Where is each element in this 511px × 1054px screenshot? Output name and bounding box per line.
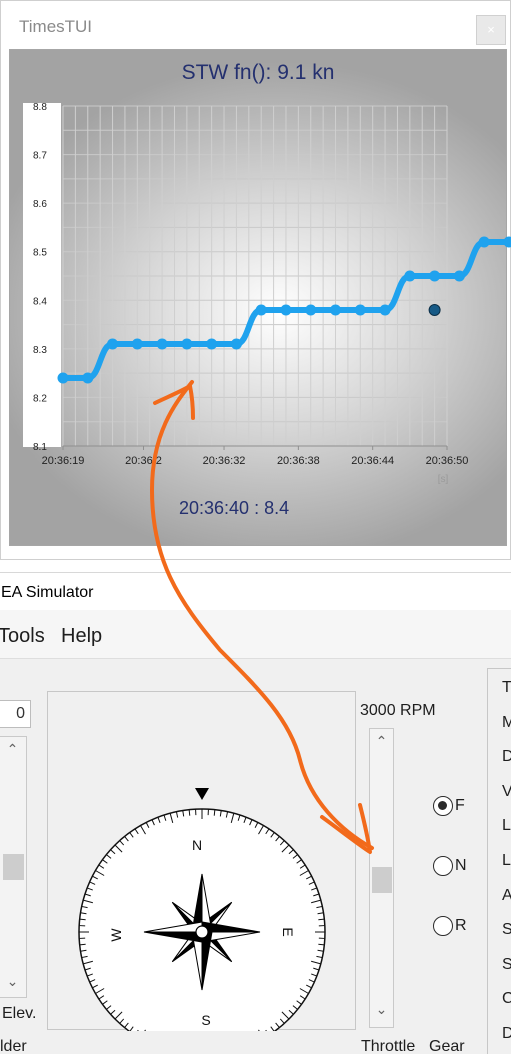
data-point bbox=[503, 236, 511, 248]
gear-forward-label: F bbox=[455, 797, 465, 814]
gear-forward-radio[interactable] bbox=[433, 796, 453, 816]
elevation-thumb[interactable] bbox=[3, 854, 24, 880]
status-row-label: D bbox=[502, 1025, 511, 1042]
data-point bbox=[206, 338, 218, 350]
throttle-label: Throttle bbox=[361, 1038, 416, 1054]
elevation-scrollbar[interactable]: ⌃ ⌄ bbox=[0, 736, 27, 998]
data-point bbox=[305, 304, 317, 316]
highlight-point bbox=[428, 304, 441, 316]
menu-help[interactable]: Help bbox=[61, 625, 102, 648]
x-tick-label: 20:36:44 bbox=[351, 455, 394, 467]
x-tick-label: 20:36:19 bbox=[42, 455, 85, 467]
data-point bbox=[181, 338, 193, 350]
heading-marker-icon bbox=[195, 788, 209, 800]
menu-divider bbox=[0, 658, 511, 659]
status-row-label: V bbox=[502, 782, 511, 800]
status-row-label: L bbox=[502, 817, 511, 835]
x-tick-label: 20:36:32 bbox=[203, 455, 246, 467]
throttle-up-icon[interactable]: ⌃ bbox=[370, 733, 393, 750]
data-point bbox=[330, 304, 342, 316]
stw-chart: 8.8 8.7 8.6 8.5 8.4 8.3 8.2 8.1 20:36:19 20:36:2 2… bbox=[23, 102, 511, 485]
y-tick-label: 8.1 bbox=[33, 442, 47, 453]
gear-reverse-label: R bbox=[455, 917, 467, 934]
compass-tick bbox=[188, 809, 191, 816]
status-row-label: M bbox=[502, 713, 511, 731]
status-row-label: S bbox=[502, 955, 511, 973]
y-tick-label: 8.6 bbox=[33, 199, 47, 210]
status-row-label: A bbox=[502, 886, 511, 904]
data-point bbox=[230, 338, 242, 350]
status-row-label: S bbox=[502, 921, 511, 939]
y-tick-label: 8.4 bbox=[33, 296, 47, 307]
throttle-thumb[interactable] bbox=[372, 867, 392, 893]
compass-south-label: S bbox=[201, 1012, 210, 1028]
scroll-up-icon[interactable]: ⌃ bbox=[0, 741, 26, 758]
data-point bbox=[404, 270, 416, 282]
y-tick-label: 8.8 bbox=[33, 102, 47, 113]
data-point bbox=[429, 270, 441, 282]
x-tick-label: 20:36:50 bbox=[426, 455, 469, 467]
x-axis-unit: [s] bbox=[438, 474, 449, 485]
compass-west-label: W bbox=[108, 928, 124, 942]
gear-neutral-radio[interactable] bbox=[433, 856, 453, 876]
y-tick-label: 8.2 bbox=[33, 393, 47, 404]
y-tick-label: 8.7 bbox=[33, 151, 47, 162]
data-point bbox=[280, 304, 292, 316]
data-point bbox=[131, 338, 143, 350]
throttle-scrollbar[interactable]: ⌃ ⌄ bbox=[369, 728, 394, 1028]
gear-reverse-radio[interactable] bbox=[433, 916, 453, 936]
simulator-title: EA Simulator bbox=[1, 584, 94, 601]
menu-tools[interactable]: Tools bbox=[0, 625, 45, 648]
gear-neutral-label: N bbox=[455, 857, 467, 874]
throttle-down-icon[interactable]: ⌄ bbox=[370, 1001, 393, 1018]
compass-tick bbox=[213, 809, 216, 816]
y-tick-label: 8.5 bbox=[33, 248, 47, 259]
compass-rose: N E S W bbox=[78, 788, 326, 1031]
status-row-label: D bbox=[502, 748, 511, 766]
compass-east-label: E bbox=[280, 927, 296, 936]
compass-panel: N E S W bbox=[47, 691, 356, 1031]
elevation-label: Elev. bbox=[2, 1005, 37, 1022]
rpm-label: 3000 RPM bbox=[360, 702, 436, 719]
timestui-window: TimesTUI × STW fn(): 9.1 kn 8.8 8.7 8.6 8.5… bbox=[0, 0, 511, 560]
y-tick-label: 8.3 bbox=[33, 345, 47, 356]
data-point bbox=[379, 304, 391, 316]
x-tick-label: 20:36:2 bbox=[125, 455, 162, 467]
data-point bbox=[107, 338, 119, 350]
data-point bbox=[156, 338, 168, 350]
compass-tick bbox=[318, 943, 325, 946]
rudder-label: lder bbox=[0, 1038, 27, 1054]
data-point bbox=[354, 304, 366, 316]
data-point bbox=[453, 270, 465, 282]
gear-label: Gear bbox=[429, 1038, 465, 1054]
compass-tick bbox=[79, 943, 86, 946]
elevation-input[interactable]: 0 bbox=[0, 700, 31, 728]
x-tick-label: 20:36:38 bbox=[277, 455, 320, 467]
simulator-window: EA Simulator Tools Help 0 ⌃ ⌄ Elev. lder… bbox=[0, 572, 511, 1054]
chart-grid bbox=[62, 105, 448, 447]
compass-tick bbox=[79, 918, 86, 921]
compass-tick bbox=[318, 918, 325, 921]
status-row-label: C bbox=[502, 990, 511, 1008]
data-point bbox=[82, 372, 94, 384]
scroll-down-icon[interactable]: ⌄ bbox=[0, 973, 26, 990]
data-point bbox=[255, 304, 267, 316]
status-row-label: L bbox=[502, 852, 511, 869]
data-point bbox=[478, 236, 490, 248]
compass-north-label: N bbox=[192, 837, 202, 853]
cursor-readout: 20:36:40 : 8.4 bbox=[179, 498, 290, 518]
simulator-titlebar: EA Simulator bbox=[0, 573, 511, 610]
status-row-label: T bbox=[502, 679, 511, 696]
data-point bbox=[57, 372, 69, 384]
